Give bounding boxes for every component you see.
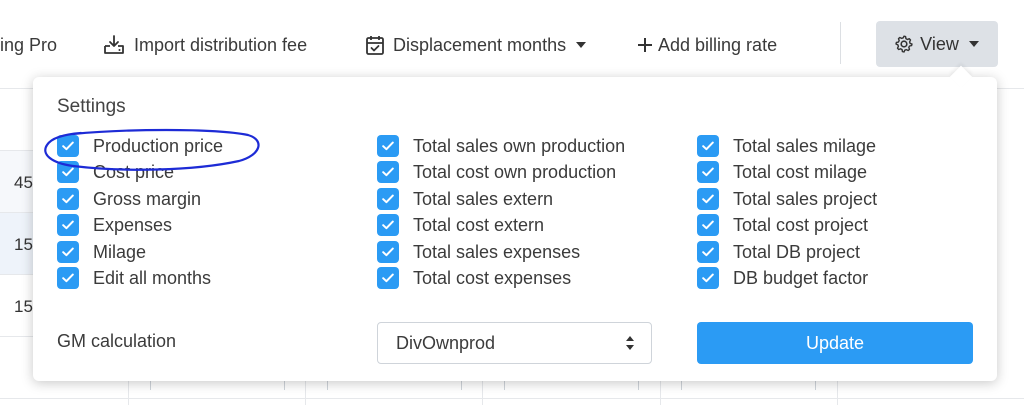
chevron-down-icon <box>576 42 587 48</box>
displacement-months-dropdown[interactable]: Displacement months <box>366 32 587 58</box>
setting-option-label: Total cost milage <box>733 161 868 182</box>
gm-calculation-select[interactable]: DivOwnprod <box>377 322 652 364</box>
table-border <box>305 381 306 405</box>
chevron-down-icon <box>968 41 979 47</box>
checkbox[interactable] <box>697 267 719 289</box>
gear-icon <box>895 35 913 53</box>
setting-option-label: DB budget factor <box>733 267 869 288</box>
setting-option-label: Total sales project <box>733 188 878 209</box>
view-label: View <box>920 33 959 54</box>
checkbox[interactable] <box>377 241 399 263</box>
setting-option-label: Total sales expenses <box>413 241 581 262</box>
import-icon <box>103 35 125 55</box>
gm-calculation-value: DivOwnprod <box>396 332 496 353</box>
checkbox[interactable] <box>697 161 719 183</box>
table-border <box>0 212 33 213</box>
table-border <box>660 381 661 405</box>
setting-option-label: Total cost own production <box>413 161 617 182</box>
table-cell-value: 15 <box>14 297 33 316</box>
setting-option[interactable]: Total DB project <box>697 240 860 264</box>
table-border <box>0 150 33 151</box>
setting-option[interactable]: Total cost milage <box>697 160 867 184</box>
setting-option[interactable]: Edit all months <box>57 266 211 290</box>
setting-option[interactable]: Total cost expenses <box>377 266 571 290</box>
setting-option-label: Total cost extern <box>413 214 545 235</box>
settings-title: Settings <box>57 96 126 117</box>
setting-option[interactable]: Total sales project <box>697 187 877 211</box>
setting-option[interactable]: Milage <box>57 240 146 264</box>
table-cell-value: 15 <box>14 235 33 254</box>
calendar-check-icon <box>366 35 384 55</box>
select-arrows-icon <box>625 335 635 351</box>
setting-option-label: Gross margin <box>93 188 202 209</box>
setting-option[interactable]: Gross margin <box>57 187 201 211</box>
checkbox[interactable] <box>697 214 719 236</box>
setting-option-label: Cost price <box>93 161 175 182</box>
checkbox[interactable] <box>377 267 399 289</box>
import-distribution-fee-button[interactable]: Import distribution fee <box>103 32 307 58</box>
setting-option-label: Milage <box>93 241 147 262</box>
table-border <box>837 381 838 405</box>
setting-option[interactable]: Expenses <box>57 213 172 237</box>
checkbox[interactable] <box>57 188 79 210</box>
setting-option[interactable]: Total sales expenses <box>377 240 580 264</box>
setting-option[interactable]: Total cost extern <box>377 213 544 237</box>
billing-pro-button[interactable]: ing Pro <box>0 32 57 58</box>
checkbox[interactable] <box>57 161 79 183</box>
setting-option-label: Total sales milage <box>733 135 877 156</box>
setting-option[interactable]: DB budget factor <box>697 266 868 290</box>
update-button[interactable]: Update <box>697 322 973 364</box>
billing-pro-label: ing Pro <box>0 34 58 55</box>
setting-option-label: Total sales own production <box>413 135 626 156</box>
setting-option-label: Total cost expenses <box>413 267 572 288</box>
checkbox[interactable] <box>697 135 719 157</box>
table-border <box>0 398 1024 399</box>
checkbox[interactable] <box>57 241 79 263</box>
setting-option[interactable]: Total sales extern <box>377 187 553 211</box>
checkbox[interactable] <box>377 161 399 183</box>
checkbox[interactable] <box>57 267 79 289</box>
table-border <box>482 381 483 405</box>
setting-option[interactable]: Production price <box>57 134 223 158</box>
checkbox[interactable] <box>697 241 719 263</box>
setting-option[interactable]: Cost price <box>57 160 174 184</box>
setting-option[interactable]: Total cost own production <box>377 160 616 184</box>
add-billing-rate-button[interactable]: Add billing rate <box>638 32 777 58</box>
setting-option[interactable]: Total sales milage <box>697 134 876 158</box>
checkbox[interactable] <box>377 214 399 236</box>
setting-option-label: Total DB project <box>733 241 861 262</box>
checkbox[interactable] <box>697 188 719 210</box>
gm-calculation-label: GM calculation <box>57 331 177 351</box>
setting-option-label: Total sales extern <box>413 188 554 209</box>
table-border <box>0 274 33 275</box>
view-dropdown-button[interactable]: View <box>876 21 998 67</box>
toolbar: ing Pro Import distribution fee Displace… <box>0 0 1024 88</box>
setting-option-label: Expenses <box>93 214 173 235</box>
table-border <box>0 336 33 337</box>
checkbox[interactable] <box>377 188 399 210</box>
plus-icon <box>638 38 652 52</box>
add-billing-rate-label: Add billing rate <box>658 34 778 55</box>
setting-option-label: Total cost project <box>733 214 869 235</box>
table-border <box>128 381 129 405</box>
setting-option-label: Production price <box>93 135 224 156</box>
setting-option-label: Edit all months <box>93 267 212 288</box>
setting-option[interactable]: Total cost project <box>697 213 868 237</box>
displacement-months-label: Displacement months <box>393 34 567 55</box>
view-settings-popover: Settings Production price Cost price Gross… <box>33 65 997 381</box>
checkbox[interactable] <box>377 135 399 157</box>
checkbox[interactable] <box>57 135 79 157</box>
checkbox[interactable] <box>57 214 79 236</box>
import-distribution-fee-label: Import distribution fee <box>134 34 308 55</box>
toolbar-divider <box>840 22 841 64</box>
setting-option[interactable]: Total sales own production <box>377 134 625 158</box>
table-cell-value: 45 <box>14 173 33 192</box>
